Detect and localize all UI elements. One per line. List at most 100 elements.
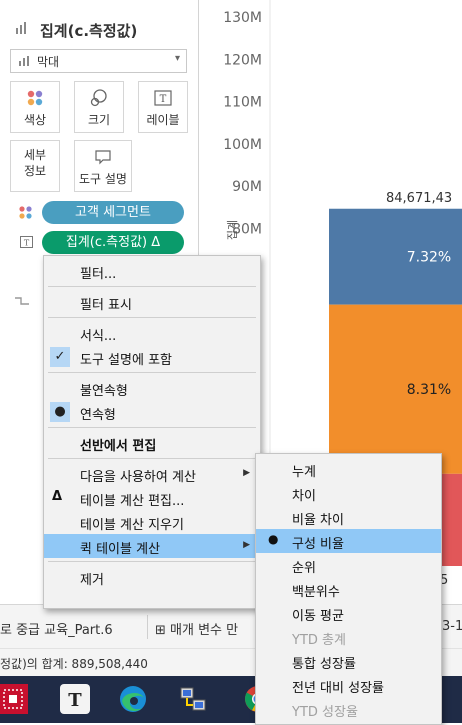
tooltip-button[interactable]: 도구 설명 [74,140,132,192]
menu-item-label: 연속형 [80,408,116,423]
delta-icon: Δ [52,489,63,504]
quick-table-calc-submenu: 누계 차이 비율 차이 ● 구성 비율 순위 백분위수 이동 평균 YTD 총계 통합 성장률 전년… [255,453,442,725]
menu-item[interactable]: 불연속형 [44,376,260,400]
submenu-item[interactable]: 순위 [256,553,441,577]
detail-button-label: 세부 정보 [23,148,47,178]
menu-item-label: 제거 [80,573,104,588]
size-icon [75,88,123,108]
size-button-label: 크기 [87,113,111,127]
menu-separator [48,458,256,459]
menu-item-label: 테이블 계산 지우기 [80,518,184,533]
tooltip-button-label: 도구 설명 [79,172,127,186]
menu-item-label: 불연속형 [80,384,128,399]
sheet-tab[interactable]: 로 중급 교육_Part.6 [0,619,113,638]
submenu-item[interactable]: 통합 성장률 [256,649,441,673]
submenu-item-label: YTD 성장율 [292,705,358,720]
label-button-label: 레이블 [146,113,180,127]
menu-item[interactable]: 제거 [44,565,260,589]
submenu-item[interactable]: 비율 차이 [256,505,441,529]
menu-separator [48,372,256,373]
color-button[interactable]: 색상 [10,81,60,133]
svg-text:T: T [68,690,82,711]
bar-chart-icon [19,56,29,66]
tooltip-icon [75,147,131,167]
menu-separator [48,317,256,318]
color-dots-icon [11,88,59,108]
svg-text:T: T [160,94,167,105]
checkmark-icon: ✓ [50,347,70,367]
measure-label-pill[interactable]: 집계(c.측정값) Δ [42,231,184,254]
marks-card-title: 집계(c.측정값) [40,22,138,40]
menu-item-label: 필터 표시 [80,298,132,313]
menu-item-label: 도구 설명에 포함 [80,353,172,368]
submenu-arrow-icon: ▶ [243,540,250,550]
bar-segment-label: 8.31% [407,382,451,398]
menu-item-label: 테이블 계산 편집... [80,494,185,509]
submenu-item[interactable]: 전년 대비 성장률 [256,673,441,697]
segment-color-pill[interactable]: 고객 세그먼트 [42,201,184,224]
pill-context-menu: 필터... 필터 표시서식... ✓ 도구 설명에 포함불연속형 ● 연속형선반에서 편집… [43,255,261,609]
submenu-arrow-icon: ▶ [243,468,250,478]
svg-text:T: T [24,239,30,248]
tableau-app-icon[interactable] [0,684,28,714]
submenu-item-label: 이동 평균 [292,609,344,624]
menu-item[interactable]: 퀵 테이블 계산 ▶ [44,534,260,558]
path-icon [15,297,29,305]
menu-item[interactable]: ✓ 도구 설명에 포함 [44,345,260,369]
menu-item[interactable]: 필터 표시 [44,290,260,314]
chevron-down-icon: ▾ [174,53,180,64]
y-axis-title: 집계 [226,220,239,240]
menu-item[interactable]: 필터... [44,259,260,283]
menu-item[interactable]: Δ 테이블 계산 편집... [44,486,260,510]
y-tick-label: 120M [223,52,262,68]
submenu-item-label: 순위 [292,561,316,576]
bar-segment-label: 7.32% [407,250,451,266]
menu-item[interactable]: 다음을 사용하여 계산 ▶ [44,462,260,486]
submenu-item-label: 구성 비율 [292,537,344,552]
label-icon: T [20,236,33,248]
submenu-item-label: 누계 [292,465,316,480]
label-button[interactable]: T 레이블 [138,81,188,133]
color-button-label: 색상 [23,113,47,127]
bar-chart-icon [16,22,26,34]
submenu-item-label: 통합 성장률 [292,657,356,672]
sheet-tab[interactable]: ⊞ 매개 변수 만 [155,619,238,638]
mark-type-label: 막대 [37,55,60,69]
y-tick-label: 90M [232,179,262,195]
network-app-icon[interactable] [178,684,208,714]
y-tick-label: 100M [223,137,262,153]
edge-icon[interactable] [118,684,148,714]
status-sum-text: 정값)의 합계: 889,508,440 [0,657,148,671]
radio-dot-icon: ● [50,402,70,422]
menu-item[interactable]: 서식... [44,321,260,345]
menu-item[interactable]: 테이블 계산 지우기 [44,510,260,534]
menu-item[interactable]: ● 연속형 [44,400,260,424]
mark-type-dropdown[interactable]: 막대 ▾ [10,49,187,73]
submenu-item: YTD 성장율 [256,697,441,721]
menu-item-label: 필터... [80,267,117,282]
menu-separator [48,427,256,428]
tab-divider [147,615,148,639]
menu-item-label: 서식... [80,329,117,344]
menu-separator [48,286,256,287]
size-button[interactable]: 크기 [74,81,124,133]
menu-item[interactable]: 선반에서 편집 [44,431,260,455]
submenu-item-label: 전년 대비 성장률 [292,681,384,696]
y-tick-label: 110M [223,95,262,111]
menu-item-label: 선반에서 편집 [80,439,157,454]
submenu-item-label: 백분위수 [292,585,340,600]
radio-dot-icon: ● [268,532,279,546]
menu-item-label: 다음을 사용하여 계산 [80,470,196,485]
submenu-item-label: 차이 [292,489,316,504]
color-dots-icon [19,206,32,219]
detail-button[interactable]: 세부 정보 [10,140,60,192]
submenu-item[interactable]: 이동 평균 [256,601,441,625]
submenu-item[interactable]: 백분위수 [256,577,441,601]
submenu-item[interactable]: ● 구성 비율 [256,529,441,553]
bar-total-label: 84,671,43 [386,191,452,206]
sheet-tab[interactable]: 3-1 [442,619,462,634]
menu-item-label: 퀵 테이블 계산 [80,542,161,557]
typora-icon[interactable]: T [60,684,90,714]
submenu-item[interactable]: 차이 [256,481,441,505]
submenu-item[interactable]: 누계 [256,457,441,481]
